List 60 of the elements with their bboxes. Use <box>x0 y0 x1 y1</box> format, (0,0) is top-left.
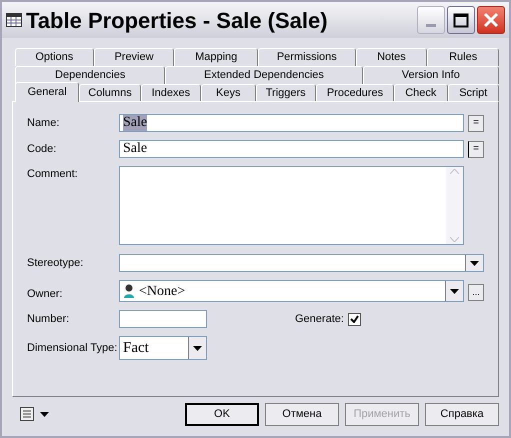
maximize-icon <box>453 12 469 28</box>
tab[interactable]: Dependencies <box>15 66 166 84</box>
tab[interactable]: Mapping <box>174 48 258 66</box>
tab[interactable]: Options <box>15 48 94 66</box>
field-label: Comment: <box>27 167 79 182</box>
dropdown-arrow-icon <box>193 346 202 350</box>
tab[interactable]: General <box>15 82 80 102</box>
checkmark-icon <box>350 315 359 323</box>
stereotype-dropdown[interactable] <box>119 254 484 272</box>
code-field[interactable]: Sale <box>119 140 464 158</box>
comment-field[interactable] <box>119 166 464 245</box>
dropdown-arrow-icon <box>470 260 479 266</box>
tab[interactable]: Extended Dependencies <box>165 66 363 84</box>
window-title: Table Properties - Sale (Sale) <box>26 6 329 35</box>
scroll-down-icon <box>450 237 459 242</box>
tab[interactable]: Indexes <box>140 84 202 102</box>
tab[interactable]: Check <box>394 84 448 102</box>
tab[interactable]: Columns <box>79 84 141 102</box>
name-field[interactable]: Sale <box>119 114 464 132</box>
field-label: Number: <box>27 312 70 327</box>
field-label: Owner: <box>27 286 64 302</box>
selected-text: Sale <box>123 115 148 131</box>
dialog-button[interactable]: OK <box>185 402 259 426</box>
close-button[interactable] <box>477 6 505 34</box>
dropdown-arrow-icon <box>450 288 459 294</box>
owner-dropdown[interactable]: <None> <box>119 280 464 302</box>
tab[interactable]: Keys <box>201 84 256 102</box>
minimize-icon <box>426 24 436 27</box>
equals-button[interactable]: = <box>468 114 484 132</box>
tab[interactable]: Triggers <box>256 84 316 102</box>
table-icon <box>6 13 22 27</box>
number-field[interactable] <box>119 310 207 328</box>
tab[interactable]: Permissions <box>258 48 356 66</box>
dialog-button[interactable]: Отмена <box>265 402 339 426</box>
field-label: Code: <box>27 142 58 157</box>
equals-button[interactable]: = <box>468 140 484 158</box>
tab[interactable]: Procedures <box>316 84 394 102</box>
generate-checkbox[interactable] <box>348 312 361 326</box>
scrollbar[interactable] <box>446 167 463 244</box>
browse-button[interactable]: ... <box>468 284 484 301</box>
list-icon[interactable] <box>20 407 34 421</box>
scroll-up-icon <box>450 169 459 174</box>
dialog-button[interactable]: Справка <box>425 402 499 426</box>
field-label: Name: <box>27 116 60 131</box>
tab[interactable]: Notes <box>356 48 428 66</box>
dimensional-type-dropdown[interactable]: Fact <box>119 336 207 360</box>
tab[interactable]: Version Info <box>362 66 499 84</box>
field-label: Stereotype: <box>27 256 84 271</box>
user-icon <box>123 284 135 298</box>
tab[interactable]: Rules <box>427 48 499 66</box>
field-value: Fact <box>123 338 150 358</box>
maximize-button[interactable] <box>447 6 475 34</box>
tab[interactable]: Script <box>448 84 499 102</box>
field-value: Sale <box>123 141 148 157</box>
field-label: Dimensional Type: <box>27 340 118 356</box>
tab[interactable]: Preview <box>94 48 174 66</box>
field-label: Generate: <box>295 312 344 327</box>
dropdown-arrow-icon <box>40 412 49 416</box>
close-icon <box>483 12 499 28</box>
field-value: <None> <box>139 282 186 300</box>
